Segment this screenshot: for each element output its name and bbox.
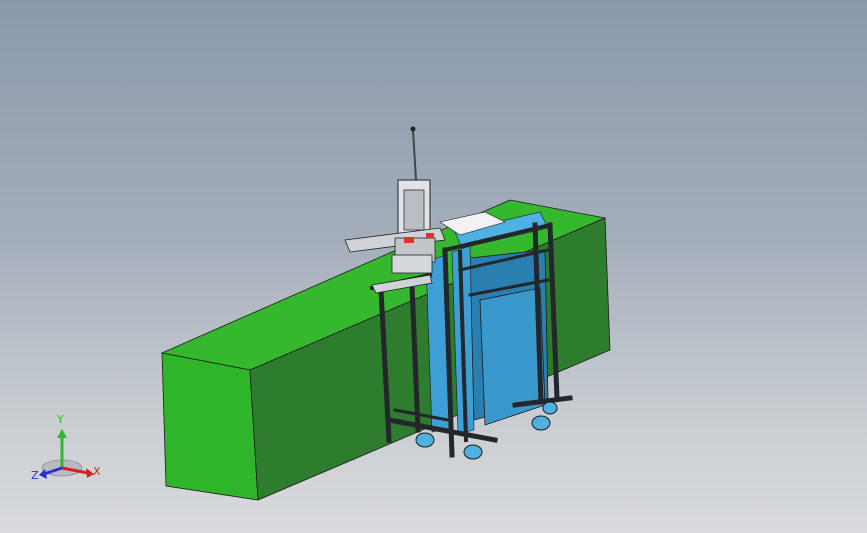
red-accent [426, 233, 434, 238]
y-axis-label: Y [57, 413, 64, 426]
caster-wheel [415, 432, 435, 448]
antenna-tip [410, 126, 416, 132]
x-axis-label: X [93, 465, 101, 478]
axis-triad: Y X Z [30, 412, 110, 488]
y-axis-arrow [57, 429, 67, 438]
antenna-rod [412, 129, 417, 181]
lower-carriage [391, 254, 433, 274]
z-axis-label: Z [31, 469, 39, 482]
caster-wheel [542, 401, 558, 415]
3d-viewport[interactable]: Y X Z [0, 0, 867, 533]
base-block-left-face [161, 352, 259, 501]
caster-wheel [531, 415, 551, 431]
mast-window [403, 189, 425, 231]
red-accent [404, 237, 414, 243]
cad-model[interactable] [0, 0, 867, 533]
caster-wheel [463, 444, 483, 460]
